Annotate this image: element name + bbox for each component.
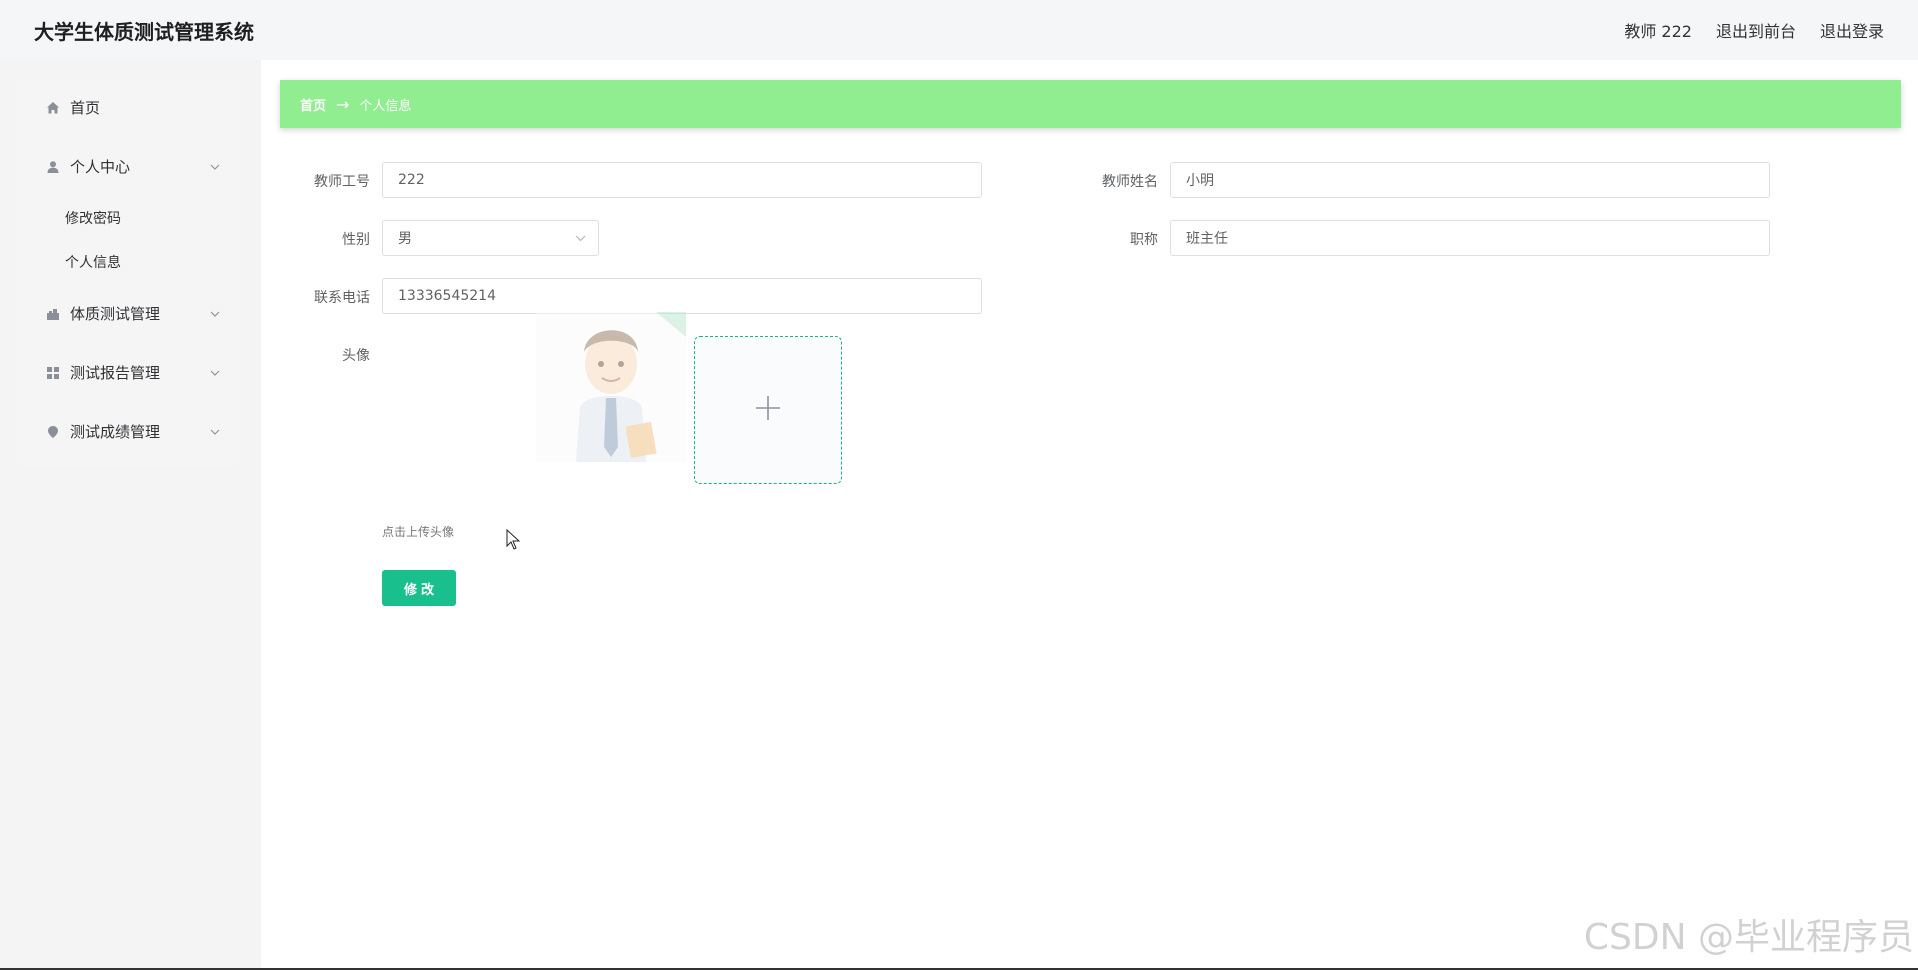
plus-icon [754,394,782,426]
upload-tip: 点击上传头像 [382,525,455,539]
sidebar-item-change-password[interactable]: 修改密码 [16,196,240,240]
breadcrumb-home[interactable]: 首页 [300,95,326,114]
exit-to-front-link[interactable]: 退出到前台 [1716,18,1796,42]
sidebar: 首页 个人中心 修改密码 个人信息 体质测试管理 测试报告管理 测试成绩管理 [16,74,240,467]
teacher-name-field[interactable]: 小明 [1170,162,1770,198]
breadcrumb-separator: → [336,94,350,114]
teacher-id-label: 教师工号 [314,174,370,190]
chart-icon [45,306,61,322]
pin-icon [45,424,61,440]
sidebar-item-label: 体质测试管理 [70,305,161,323]
mouse-cursor-icon [506,529,521,550]
grid-icon [45,365,61,381]
user-icon [45,159,61,175]
gender-selected-value: 男 [398,231,412,247]
breadcrumb: 首页 → 个人信息 [280,80,1901,128]
teacher-id-field[interactable]: 222 [382,162,982,198]
sidebar-item-personal-info[interactable]: 个人信息 [16,240,240,284]
chevron-down-icon [210,368,220,378]
home-icon [45,100,61,116]
chevron-down-icon [210,427,220,437]
phone-field[interactable]: 13336545214 [382,278,982,314]
current-user: 教师 222 [1624,22,1692,41]
submit-button[interactable]: 修改 [382,570,456,606]
chevron-down-icon [210,309,220,319]
sidebar-item-label: 测试成绩管理 [70,423,161,441]
logout-link[interactable]: 退出登录 [1820,18,1884,42]
breadcrumb-current: 个人信息 [359,98,412,114]
avatar-uploader[interactable] [694,336,842,484]
top-header: 大学生体质测试管理系统 教师 222 退出到前台 退出登录 [0,0,1918,60]
phone-label: 联系电话 [314,290,370,306]
chevron-down-icon [210,162,220,172]
sidebar-item-home[interactable]: 首页 [16,78,240,137]
sidebar-item-label: 个人中心 [70,158,131,176]
avatar-label: 头像 [342,348,370,364]
gender-select[interactable]: 男 [382,220,599,256]
watermark: CSDN @毕业程序员 [1583,917,1914,958]
sidebar-item-score-management[interactable]: 测试成绩管理 [16,402,240,461]
avatar-image [536,312,686,462]
chevron-down-icon [574,232,586,244]
sidebar-item-label: 首页 [70,99,101,117]
app-title: 大学生体质测试管理系统 [34,19,254,44]
sidebar-item-report-management[interactable]: 测试报告管理 [16,343,240,402]
teacher-name-label: 教师姓名 [1102,174,1158,190]
job-title-field[interactable]: 班主任 [1170,220,1770,256]
job-title-label: 职称 [1130,232,1158,248]
header-actions: 教师 222 退出到前台 退出登录 [1624,18,1884,42]
sidebar-item-label: 测试报告管理 [70,364,161,382]
sidebar-item-physical-test-management[interactable]: 体质测试管理 [16,284,240,343]
sidebar-item-personal-center[interactable]: 个人中心 [16,137,240,196]
gender-label: 性别 [342,232,370,248]
